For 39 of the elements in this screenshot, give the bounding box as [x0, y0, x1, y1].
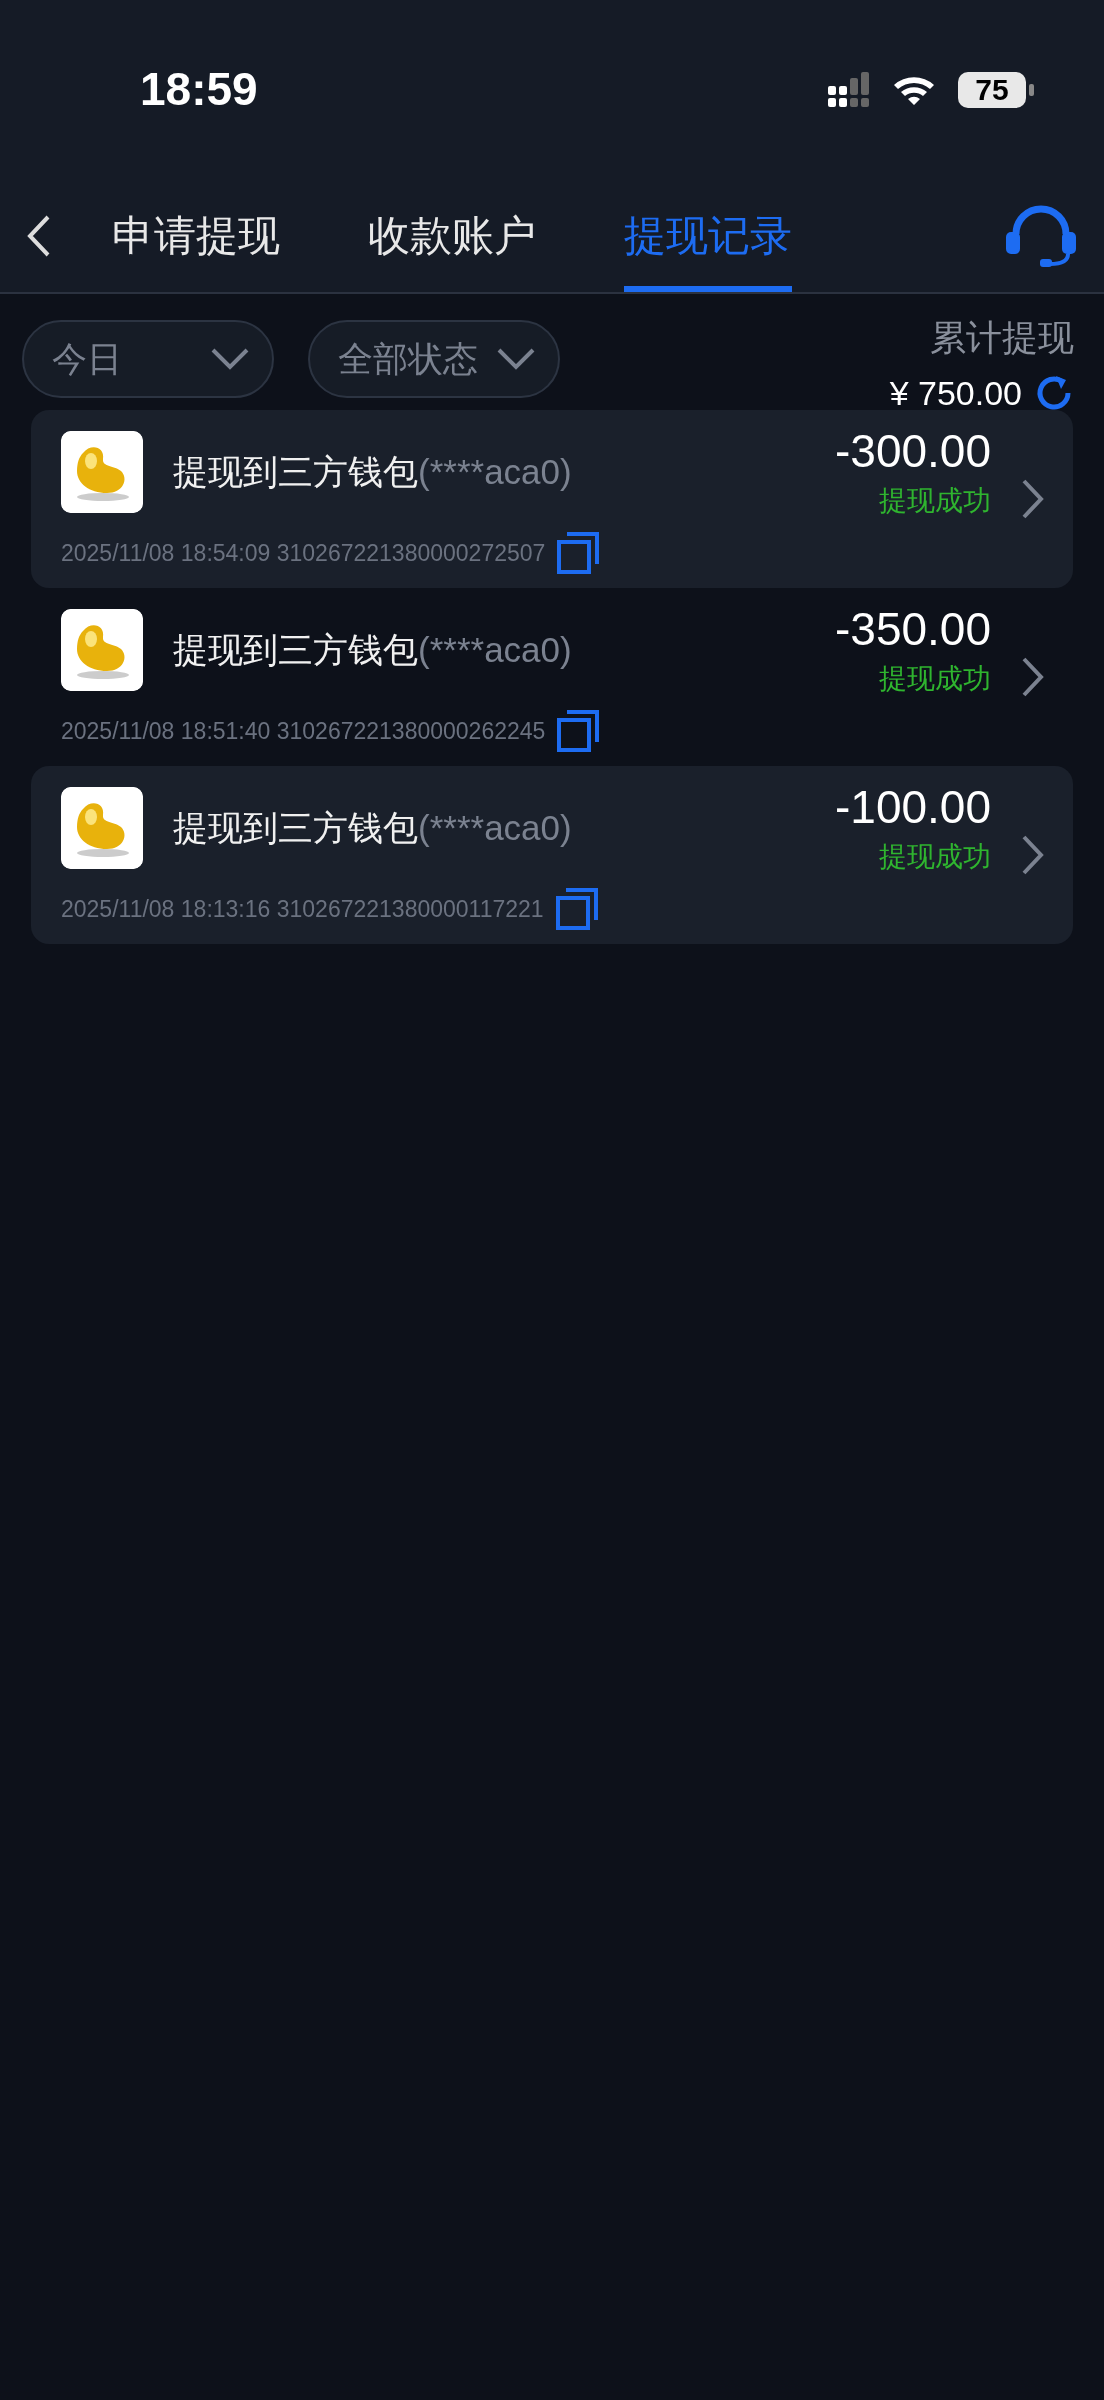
record-card[interactable]: 提现到三方钱包(****aca0) -100.00 提现成功 2025/11/08 18:13:16 310267221380000117221	[31, 766, 1073, 944]
record-title: 提现到三方钱包(****aca0)	[173, 450, 573, 493]
copy-icon[interactable]	[557, 710, 600, 752]
amount: -300.00	[835, 424, 991, 478]
filter-dropdown[interactable]: 全部状态	[308, 320, 560, 398]
clock-time: 18:59	[140, 62, 259, 116]
chevron-right-icon	[1021, 834, 1045, 876]
copy-icon[interactable]	[555, 888, 598, 930]
record-title: 提现到三方钱包(****aca0)	[173, 806, 573, 849]
total-label: 累计提现	[930, 316, 1074, 360]
amount: -100.00	[835, 780, 991, 834]
status-text: 提现成功	[879, 662, 991, 696]
record-title: 提现到三方钱包(****aca0)	[173, 628, 573, 671]
record-meta: 2025/11/08 18:51:40 310267221380000262245	[61, 717, 546, 745]
bean-icon	[61, 431, 143, 513]
back-icon	[26, 214, 52, 258]
record-card[interactable]: 提现到三方钱包(****aca0) -350.00 提现成功 2025/11/08 18:51:40 310267221380000262245	[31, 588, 1073, 766]
chevron-down-icon	[496, 347, 536, 371]
tab[interactable]: 提现记录	[624, 180, 792, 292]
bean-icon	[61, 787, 143, 869]
battery-indicator: 75	[958, 72, 1034, 108]
tab[interactable]: 申请提现	[112, 180, 280, 292]
tab[interactable]: 收款账户	[368, 180, 536, 292]
bean-icon	[61, 609, 143, 691]
status-text: 提现成功	[879, 484, 991, 518]
copy-icon[interactable]	[557, 532, 600, 574]
amount: -350.00	[835, 602, 991, 656]
record-meta: 2025/11/08 18:13:16 310267221380000117221	[61, 895, 544, 923]
total-amount: ¥ 750.00	[889, 373, 1022, 413]
chevron-right-icon	[1021, 478, 1045, 520]
wifi-icon	[892, 74, 936, 106]
status-text: 提现成功	[879, 840, 991, 874]
record-card[interactable]: 提现到三方钱包(****aca0) -300.00 提现成功 2025/11/08 18:54:09 310267221380000272507	[31, 410, 1073, 588]
filter-dropdown[interactable]: 今日	[22, 320, 274, 398]
chevron-right-icon	[1021, 656, 1045, 698]
record-meta: 2025/11/08 18:54:09 310267221380000272507	[61, 539, 546, 567]
signal-icon	[828, 72, 870, 108]
chevron-down-icon	[210, 347, 250, 371]
headset-icon	[1004, 204, 1078, 268]
